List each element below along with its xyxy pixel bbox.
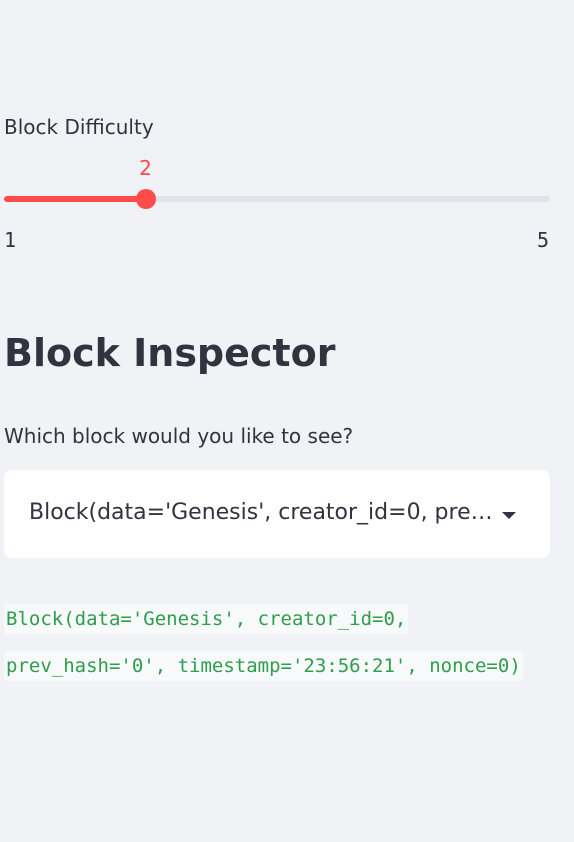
slider-fill [4, 196, 146, 202]
block-code-text: Block(data='Genesis', creator_id=0, prev… [4, 604, 523, 681]
page-title: Block Inspector [4, 331, 336, 375]
block-code-output: Block(data='Genesis', creator_id=0, prev… [4, 596, 524, 690]
difficulty-slider-label: Block Difficulty [4, 115, 154, 139]
slider-value-label: 2 [139, 156, 152, 180]
slider-thumb[interactable] [135, 189, 156, 209]
difficulty-slider[interactable] [4, 189, 550, 209]
block-select-value: Block(data='Genesis', creator_id=0, prev… [29, 500, 494, 525]
slider-max-label: 5 [536, 228, 549, 252]
chevron-down-icon[interactable] [502, 512, 516, 519]
block-select[interactable]: Block(data='Genesis', creator_id=0, prev… [4, 470, 550, 558]
slider-min-label: 1 [4, 228, 17, 252]
block-select-label: Which block would you like to see? [4, 424, 354, 448]
